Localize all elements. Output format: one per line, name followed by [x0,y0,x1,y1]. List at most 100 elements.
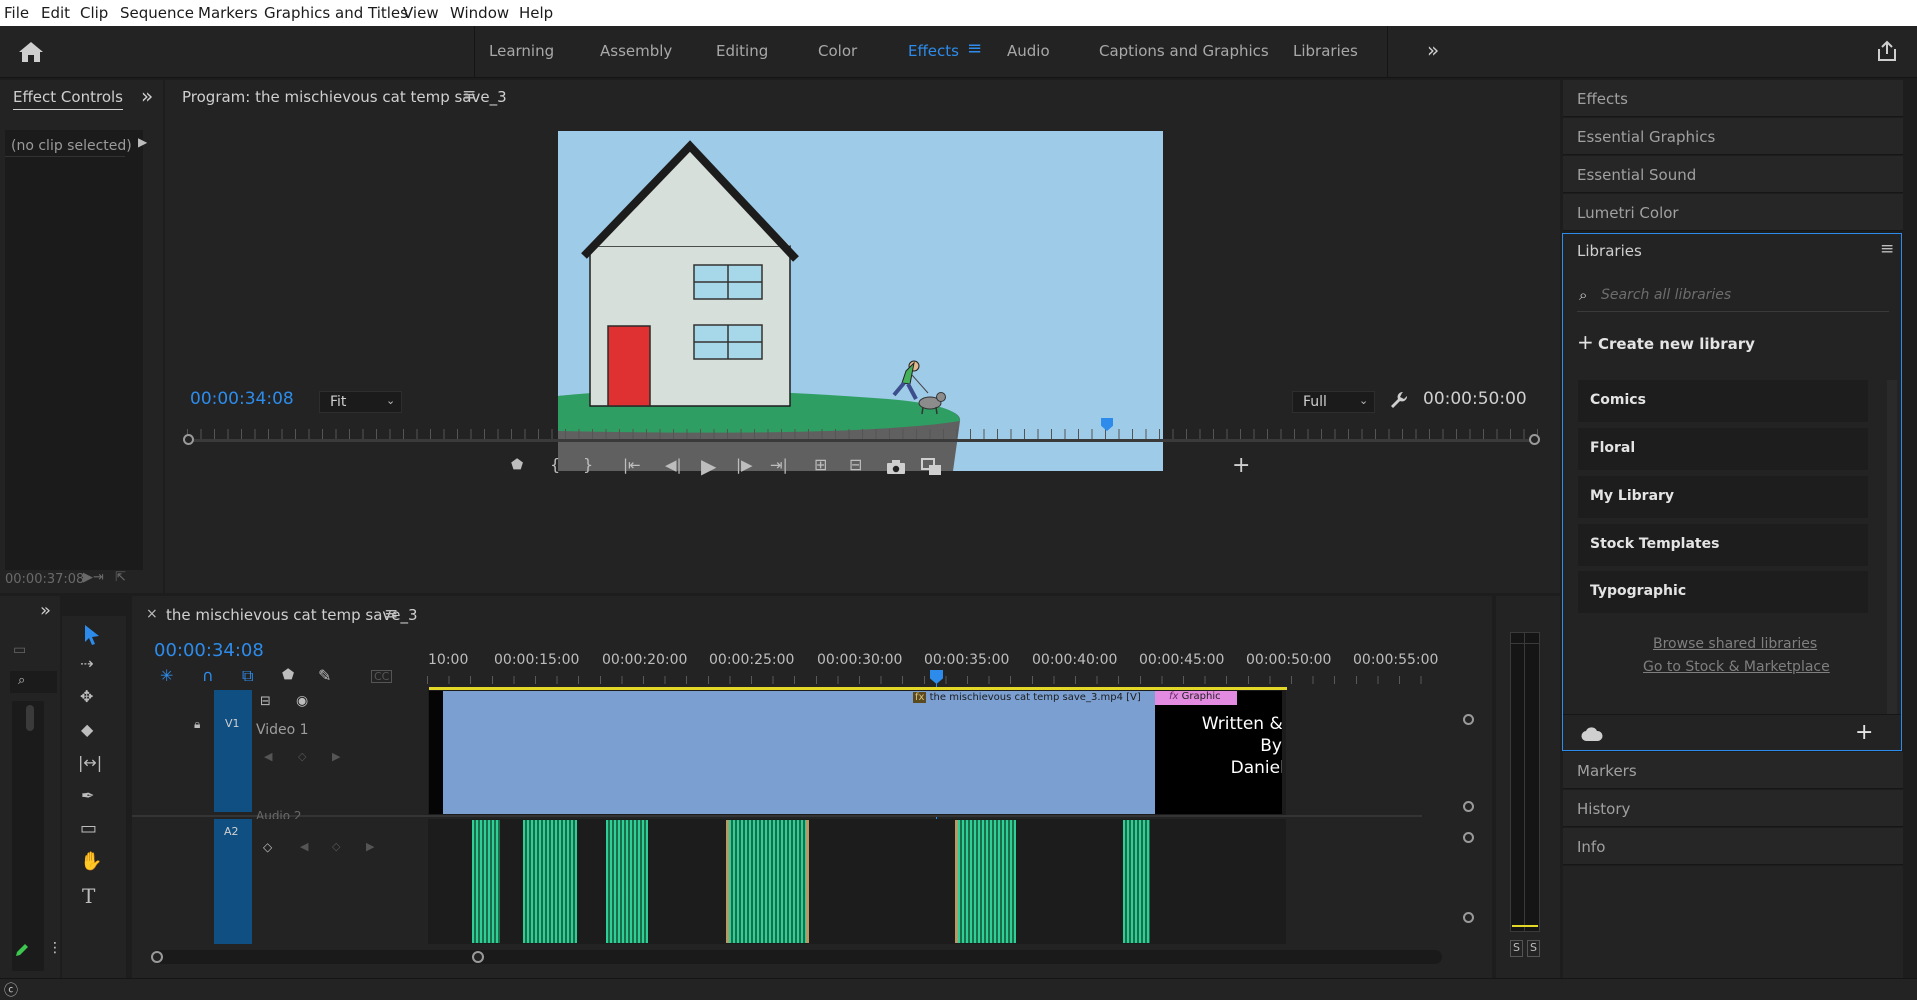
menu-help[interactable]: Help [519,4,553,22]
workspace-audio[interactable]: Audio [1007,42,1050,60]
go-to-out-icon[interactable]: ⇥| [770,458,788,473]
program-timecode[interactable]: 00:00:34:08 [190,389,294,409]
library-item-floral[interactable]: Floral [1578,428,1868,470]
solo-right-button[interactable]: S [1527,940,1540,957]
add-marker-icon[interactable]: ⬟ [282,668,294,682]
next-keyframe-icon[interactable]: ▶ [366,840,374,853]
mark-out-icon[interactable]: } [583,457,593,473]
go-to-stock-link[interactable]: Go to Stock & Marketplace [1643,659,1830,675]
workspace-learning[interactable]: Learning [489,42,554,60]
a2-scroll-handle[interactable] [1463,832,1474,843]
a2-track-target[interactable]: A2 [214,819,252,944]
home-icon[interactable] [18,41,44,63]
scroll-end-handle[interactable] [1529,434,1540,445]
rectangle-tool-icon[interactable]: ▭ [80,820,97,838]
panel-expand-icon[interactable]: » [40,600,51,621]
panel-menu-icon[interactable]: ≡ [384,604,398,624]
effect-controls-timecode[interactable]: 00:00:37:08 [5,572,84,587]
panel-history[interactable]: History [1563,790,1903,827]
loop-icon[interactable]: ▶⇥ [83,570,104,585]
library-item-typographic[interactable]: Typographic [1578,571,1868,613]
search-field[interactable]: ⌕ [10,671,57,693]
timeline-sequence-tab[interactable]: the mischievous cat temp save_3 [166,606,418,624]
workspace-captions-and-graphics[interactable]: Captions and Graphics [1099,42,1269,60]
menu-file[interactable]: File [4,4,29,22]
button-editor-add-icon[interactable]: + [1232,455,1250,477]
pencil-icon[interactable] [14,942,30,958]
audio-clip[interactable] [955,820,1016,943]
ripple-edit-tool-icon[interactable]: ✥ [80,689,93,705]
sync-lock-icon[interactable]: ⊟ [260,694,271,709]
more-workspaces-icon[interactable]: » [1427,38,1439,62]
pen-tool-icon[interactable]: ✒ [81,788,94,804]
compare-view-icon[interactable] [921,458,943,476]
panel-menu-icon[interactable]: ≡ [1880,239,1894,259]
selection-tool-icon[interactable] [82,624,102,646]
menu-markers[interactable]: Markers [198,4,258,22]
wrench-icon[interactable] [1389,390,1409,410]
more-icon[interactable]: ⋮ [48,940,62,956]
panel-expand-icon[interactable]: » [141,84,153,108]
folder-icon[interactable]: ▭ [13,642,26,658]
go-to-in-icon[interactable]: |⇤ [623,458,641,473]
zoom-fit-select[interactable]: Fit ⌄ [319,391,402,413]
audio-clip[interactable] [472,820,500,943]
menu-view[interactable]: View [403,4,439,22]
camera-icon[interactable] [886,459,906,475]
browse-shared-libraries-link[interactable]: Browse shared libraries [1653,636,1817,652]
solo-left-button[interactable]: S [1510,940,1523,957]
creative-cloud-icon[interactable]: ⓒ [4,980,18,1000]
timeline-horizontal-scrollbar[interactable] [151,950,1442,964]
play-icon[interactable]: ▶ [701,456,716,476]
step-back-icon[interactable]: ◀| [665,458,682,473]
workspace-assembly[interactable]: Assembly [600,42,672,60]
audio-clip[interactable] [523,820,577,943]
scroll-start-handle[interactable] [151,951,163,963]
audio-clip[interactable] [606,820,648,943]
linked-selection-icon[interactable]: ⧉ [242,668,253,684]
scroll-end-handle[interactable] [472,951,484,963]
panel-markers[interactable]: Markers [1563,752,1903,789]
type-tool-icon[interactable]: T [82,886,95,906]
play-only-icon[interactable]: ▶ [138,135,147,149]
eye-icon[interactable]: ◉ [296,693,308,709]
program-time-ruler[interactable] [183,418,1540,445]
library-item-stock-templates[interactable]: Stock Templates [1578,524,1868,566]
panel-menu-icon[interactable]: ≡ [462,85,476,105]
tab-effect-controls[interactable]: Effect Controls [13,88,123,110]
v1-track-target[interactable]: V1 [214,690,252,812]
v1-scroll-handle[interactable] [1463,801,1474,812]
export-icon[interactable]: ⇱ [115,570,126,585]
playback-resolution-select[interactable]: Full ⌄ [1292,391,1375,413]
prev-keyframe-icon[interactable]: ◀ [264,750,272,763]
program-monitor-title[interactable]: Program: the mischievous cat temp save_3 [182,88,507,106]
prev-keyframe-icon[interactable]: ◀ [300,840,308,853]
timeline-settings-icon[interactable]: ✎ [318,668,331,684]
library-search-field[interactable]: ⌕ Search all libraries [1577,280,1889,312]
workspace-libraries[interactable]: Libraries [1293,42,1358,60]
nest-icon[interactable]: ✳ [160,668,173,684]
keyframe-icon[interactable]: ◇ [332,840,340,853]
add-content-icon[interactable]: + [1855,720,1873,745]
scroll-start-handle[interactable] [183,434,194,445]
add-marker-icon[interactable]: ⬟ [511,458,523,472]
graphic-clip[interactable]: fx Graphic Written & C By Daniel F [1155,691,1282,814]
panel-info[interactable]: Info [1563,828,1903,865]
panel-effects[interactable]: Effects [1563,80,1903,117]
step-forward-icon[interactable]: |▶ [736,458,753,473]
lift-icon[interactable]: ⊞ [814,457,827,473]
workspace-editing[interactable]: Editing [716,42,768,60]
audio-clip[interactable] [726,820,809,943]
next-keyframe-icon[interactable]: ▶ [332,750,340,763]
menu-sequence[interactable]: Sequence [120,4,194,22]
project-list[interactable] [12,701,44,971]
captions-icon[interactable]: CC [371,670,393,683]
close-icon[interactable]: × [146,606,158,622]
workspace-color[interactable]: Color [818,42,857,60]
menu-clip[interactable]: Clip [80,4,108,22]
timeline-timecode[interactable]: 00:00:34:08 [154,640,264,661]
v1-scroll-handle[interactable] [1463,714,1474,725]
a2-scroll-handle[interactable] [1463,912,1474,923]
video-clip[interactable]: fx the mischievous cat temp save_3.mp4 [… [443,691,1155,814]
mark-in-icon[interactable]: { [550,457,560,473]
